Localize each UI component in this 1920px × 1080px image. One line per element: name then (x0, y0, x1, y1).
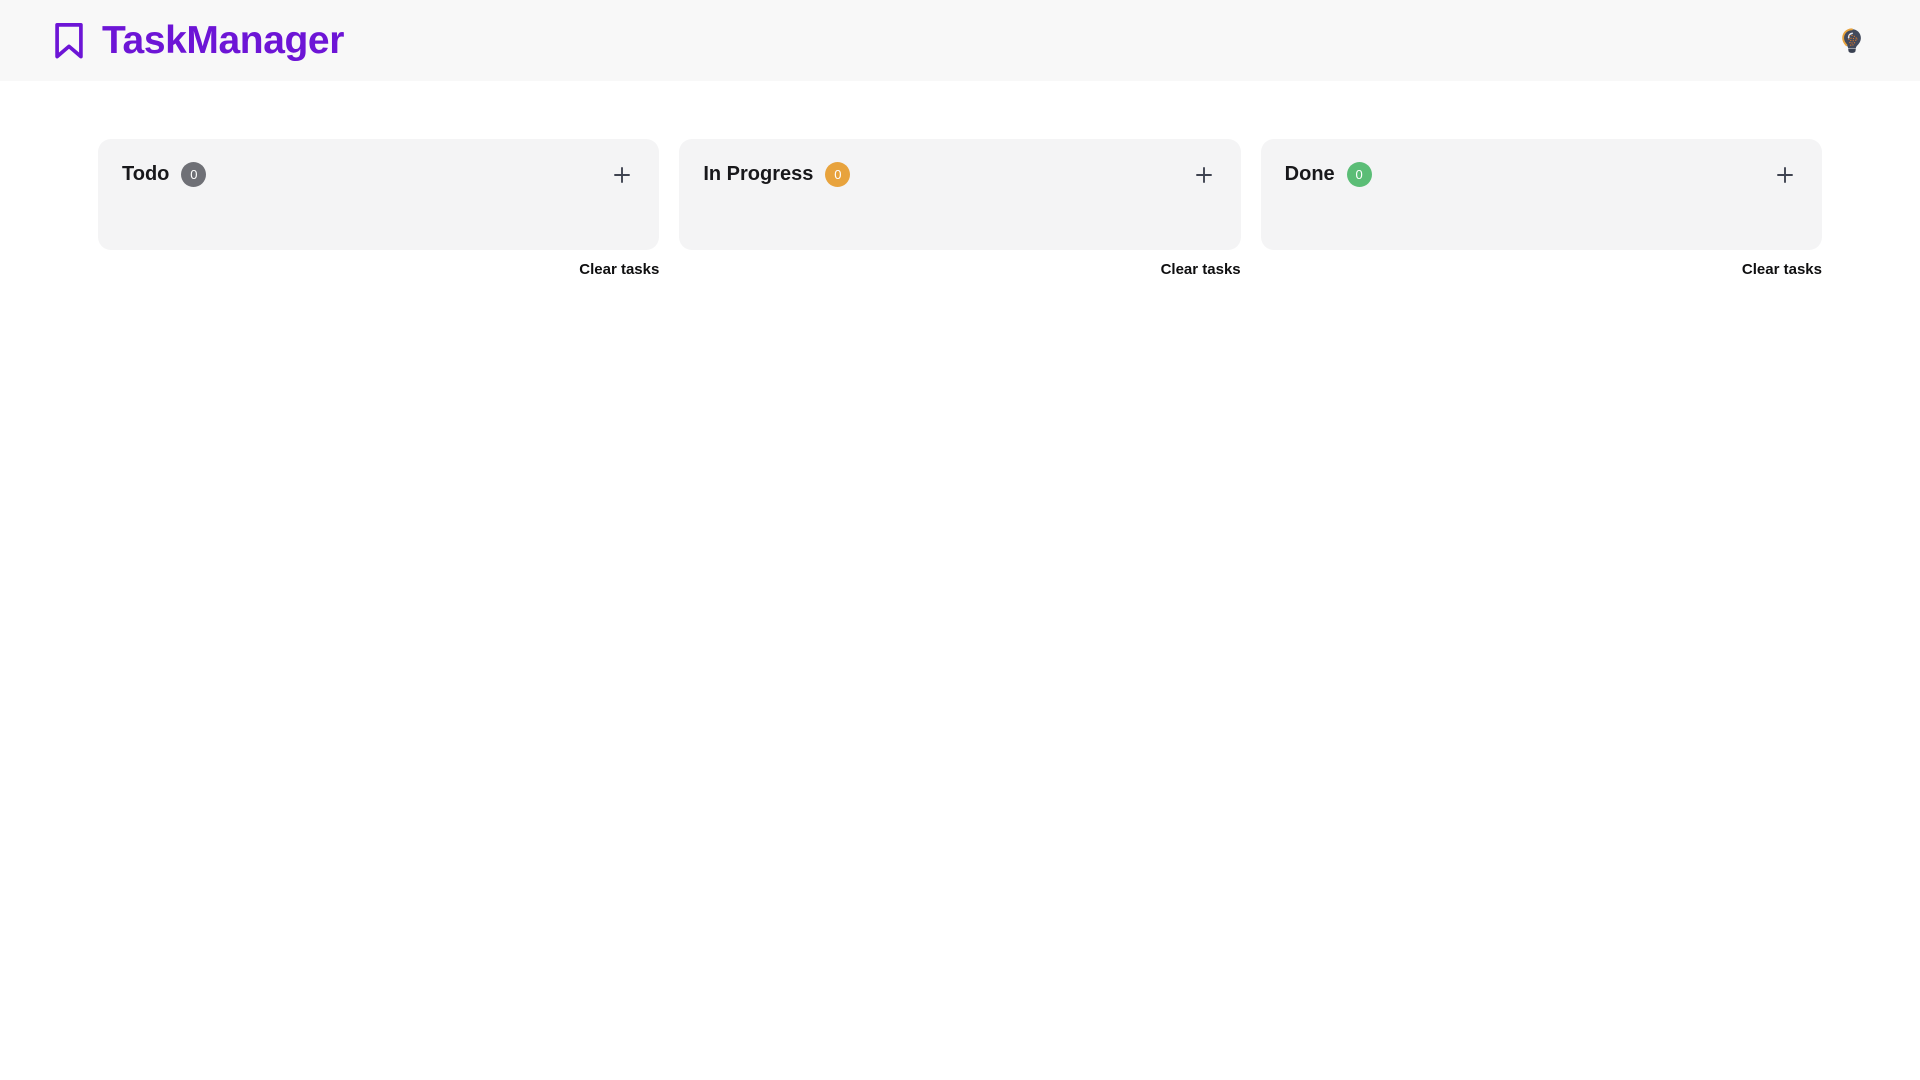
column-done: Done 0 Clear tasks (1260, 139, 1822, 277)
column-title-todo: Todo (122, 163, 170, 185)
add-task-button-todo[interactable] (609, 162, 635, 188)
clear-row-in-progress: Clear tasks (679, 250, 1241, 277)
plus-icon (610, 163, 634, 187)
column-card-in-progress: In Progress 0 (679, 139, 1241, 250)
brand: TaskManager (52, 20, 344, 62)
column-heading-done: Done 0 (1285, 161, 1372, 187)
plus-icon (1773, 163, 1797, 187)
clear-tasks-button-in-progress[interactable]: Clear tasks (1161, 262, 1241, 277)
add-task-button-done[interactable] (1772, 162, 1798, 188)
column-heading-in-progress: In Progress 0 (703, 161, 851, 187)
theme-toggle-button[interactable] (1830, 19, 1874, 63)
bookmark-icon (52, 20, 86, 62)
column-todo: Todo 0 Clear tasks (98, 139, 660, 277)
task-board: Todo 0 Clear tasks In Progress 0 Clear t… (0, 81, 1920, 277)
clear-tasks-button-done[interactable]: Clear tasks (1742, 262, 1822, 277)
clear-row-todo: Clear tasks (98, 250, 659, 277)
column-in-progress: In Progress 0 Clear tasks (679, 139, 1241, 277)
count-badge-in-progress: 0 (825, 161, 851, 187)
add-task-button-in-progress[interactable] (1191, 162, 1217, 188)
app-header: TaskManager (0, 0, 1920, 81)
column-card-done: Done 0 (1260, 139, 1822, 250)
plus-icon (1192, 163, 1216, 187)
count-badge-done: 0 (1346, 161, 1372, 187)
page-title: TaskManager (102, 19, 344, 62)
count-badge-todo: 0 (181, 161, 207, 187)
lightbulb-icon (1837, 26, 1867, 56)
clear-row-done: Clear tasks (1261, 250, 1822, 277)
column-card-todo: Todo 0 (98, 139, 660, 250)
clear-tasks-button-todo[interactable]: Clear tasks (579, 262, 659, 277)
column-heading-todo: Todo 0 (122, 161, 207, 187)
column-title-done: Done (1284, 163, 1335, 185)
column-title-in-progress: In Progress (703, 163, 814, 185)
